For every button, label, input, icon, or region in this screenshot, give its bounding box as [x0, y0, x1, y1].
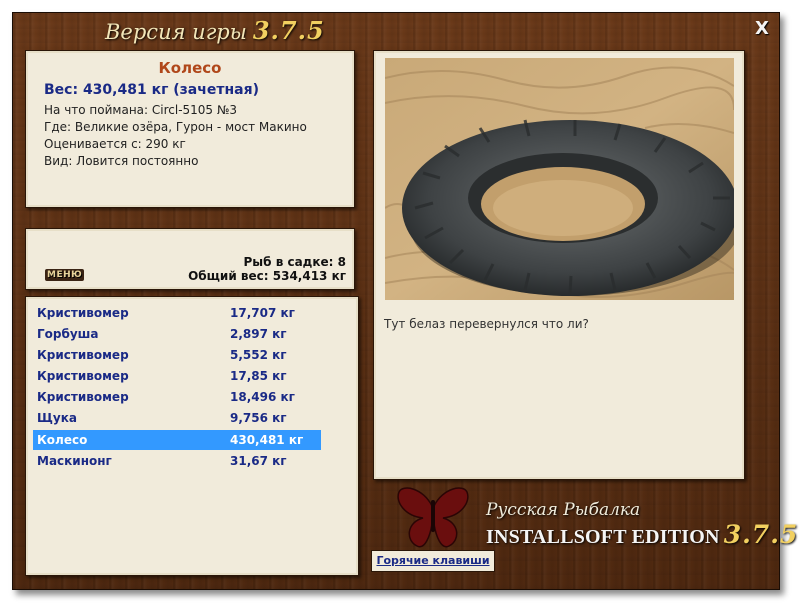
butterfly-icon — [397, 487, 469, 548]
logo-edition-text: INSTALLSOFT EDITION — [486, 526, 720, 548]
tire-on-sand-image — [385, 58, 734, 300]
item-title: Колесо — [158, 59, 222, 77]
list-item-selected[interactable]: Колесо 430,481 кг — [33, 430, 321, 450]
list-item[interactable]: Щука 9,756 кг — [33, 408, 321, 428]
logo-edition: INSTALLSOFT EDITION 3.7.5 — [486, 520, 798, 549]
list-item-name: Горбуша — [37, 327, 99, 341]
list-item[interactable]: Кристивомер 17,85 кг — [33, 366, 321, 386]
list-item-name: Кристивомер — [37, 306, 129, 320]
item-weight: Вес: 430,481 кг (зачетная) — [44, 82, 259, 98]
info-kind: Вид: Ловится постоянно — [44, 154, 199, 168]
list-item[interactable]: Кристивомер 17,707 кг — [33, 303, 321, 323]
keepnet-stats-panel: МЕНЮ Рыб в садке: 8 Общий вес: 534,413 к… — [25, 228, 355, 290]
catch-list: Кристивомер 17,707 кг Горбуша 2,897 кг К… — [25, 296, 359, 576]
list-item-weight: 9,756 кг — [230, 411, 287, 425]
list-item-weight: 2,897 кг — [230, 327, 287, 341]
list-item[interactable]: Маскинонг 31,67 кг — [33, 451, 321, 471]
list-item-name: Щука — [37, 411, 77, 425]
list-item-name: Кристивомер — [37, 390, 129, 404]
info-location: Где: Великие озёра, Гурон - мост Макино — [44, 120, 307, 134]
window-title-prefix: Версия игры — [105, 20, 247, 44]
list-item-name: Маскинонг — [37, 454, 112, 468]
list-item-weight: 5,552 кг — [230, 348, 287, 362]
close-button[interactable]: X — [750, 18, 774, 42]
list-item-name: Колесо — [37, 433, 88, 447]
list-item-weight: 31,67 кг — [230, 454, 287, 468]
logo-title: Русская Рыбалка — [486, 500, 641, 520]
list-item[interactable]: Кристивомер 18,496 кг — [33, 387, 321, 407]
fish-count: Рыб в садке: 8 — [243, 255, 347, 269]
total-weight: Общий вес: 534,413 кг — [188, 269, 346, 283]
info-bait: На что поймана: Circl-5105 №3 — [44, 103, 237, 117]
list-item[interactable]: Кристивомер 5,552 кг — [33, 345, 321, 365]
list-item-weight: 18,496 кг — [230, 390, 295, 404]
list-item-name: Кристивомер — [37, 369, 129, 383]
list-item-weight: 17,85 кг — [230, 369, 287, 383]
menu-button[interactable]: МЕНЮ — [45, 269, 85, 281]
photo-caption: Тут белаз перевернулся что ли? — [384, 317, 589, 331]
list-item[interactable]: Горбуша 2,897 кг — [33, 324, 321, 344]
hotkeys-button[interactable]: Горячие клавиши — [371, 550, 495, 572]
list-item-weight: 17,707 кг — [230, 306, 295, 320]
logo-version: 3.7.5 — [723, 520, 799, 549]
photo-panel: Тут белаз перевернулся что ли? — [373, 50, 745, 480]
window-title-version: 3.7.5 — [252, 16, 325, 45]
catch-info-panel: Колесо Вес: 430,481 кг (зачетная) На что… — [25, 50, 355, 208]
list-item-name: Кристивомер — [37, 348, 129, 362]
info-valuation: Оценивается с: 290 кг — [44, 137, 186, 151]
window-title: Версия игры 3.7.5 — [105, 16, 325, 45]
list-item-weight: 430,481 кг — [230, 433, 304, 447]
